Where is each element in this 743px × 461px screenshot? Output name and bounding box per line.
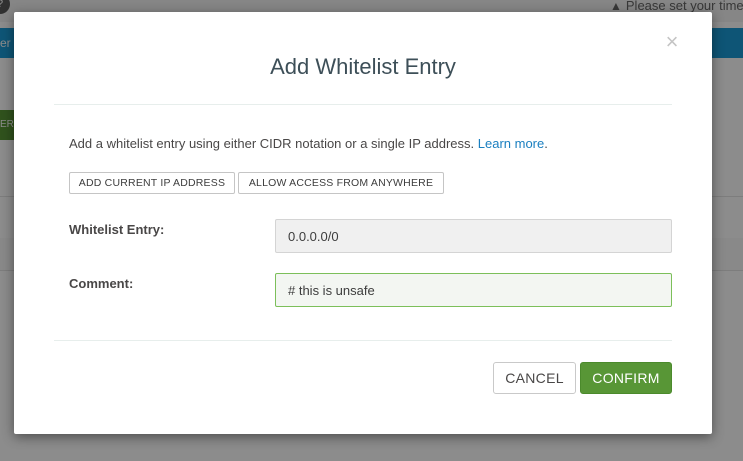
comment-input[interactable] — [275, 273, 672, 307]
confirm-button[interactable]: CONFIRM — [580, 362, 672, 394]
cancel-button[interactable]: CANCEL — [493, 362, 576, 394]
comment-label: Comment: — [69, 276, 134, 291]
learn-more-link[interactable]: Learn more — [478, 136, 544, 151]
intro-text: Add a whitelist entry using either CIDR … — [69, 136, 548, 151]
modal-title: Add Whitelist Entry — [270, 54, 456, 79]
intro-period: . — [544, 136, 548, 151]
whitelist-entry-label: Whitelist Entry: — [69, 222, 165, 237]
allow-access-anywhere-button[interactable]: ALLOW ACCESS FROM ANYWHERE — [238, 172, 444, 194]
intro-description: Add a whitelist entry using either CIDR … — [69, 136, 475, 151]
header-divider — [54, 104, 672, 105]
close-icon[interactable]: × — [663, 31, 681, 53]
footer-divider — [54, 340, 672, 341]
add-whitelist-entry-modal: × Add Whitelist Entry Add a whitelist en… — [14, 12, 712, 434]
whitelist-entry-input[interactable] — [275, 219, 672, 253]
add-current-ip-button[interactable]: ADD CURRENT IP ADDRESS — [69, 172, 235, 194]
